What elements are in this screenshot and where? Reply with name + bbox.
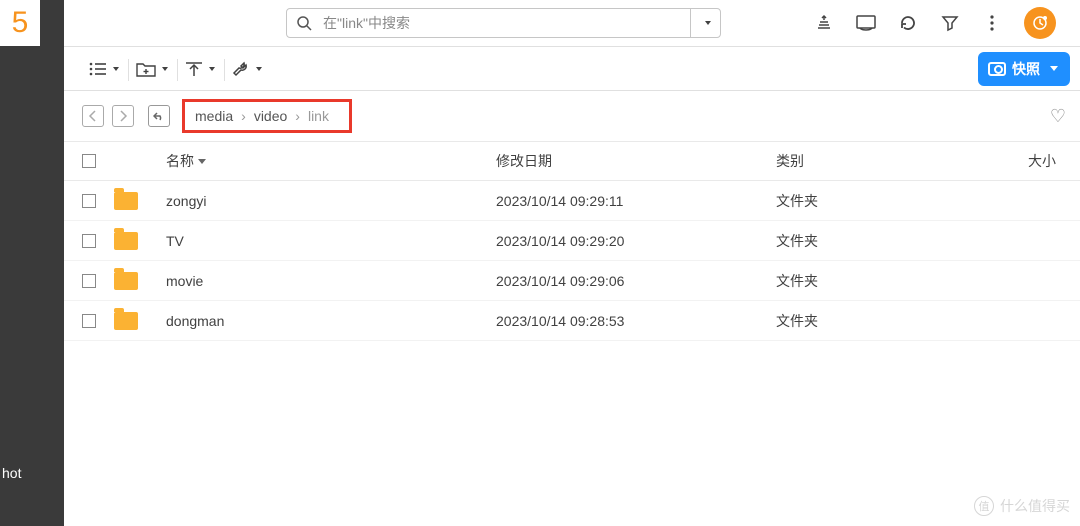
camera-icon — [988, 62, 1006, 76]
chevron-right-icon: › — [295, 108, 300, 124]
left-sidebar: 5 hot — [0, 0, 64, 526]
search-dropdown[interactable] — [690, 9, 720, 37]
logo-digit: 5 — [0, 0, 40, 46]
main-pane: 快照 media › video › link ♡ 名称 修改日期 — [64, 0, 1080, 526]
nav-back-button[interactable] — [82, 105, 104, 127]
col-type[interactable]: 类别 — [776, 151, 986, 171]
row-checkbox[interactable] — [82, 274, 96, 288]
search-box[interactable] — [286, 8, 721, 38]
row-checkbox[interactable] — [82, 234, 96, 248]
nav-undo-button[interactable] — [148, 105, 170, 127]
table-row[interactable]: TV2023/10/14 09:29:20文件夹 — [64, 221, 1080, 261]
folder-icon — [114, 232, 138, 250]
cell-date: 2023/10/14 09:28:53 — [496, 313, 776, 329]
snapshot-button[interactable]: 快照 — [978, 52, 1070, 86]
sort-desc-icon — [198, 159, 206, 164]
upload-icon[interactable] — [814, 13, 834, 33]
cell-date: 2023/10/14 09:29:06 — [496, 273, 776, 289]
table-header: 名称 修改日期 类别 大小 — [64, 141, 1080, 181]
col-size[interactable]: 大小 — [986, 151, 1080, 171]
cell-name: movie — [166, 273, 496, 289]
titlebar — [64, 0, 1080, 46]
cell-name: dongman — [166, 313, 496, 329]
cell-type: 文件夹 — [776, 191, 986, 211]
cast-icon[interactable] — [856, 13, 876, 33]
folder-icon — [114, 272, 138, 290]
new-folder-button[interactable] — [129, 53, 174, 85]
col-name[interactable]: 名称 — [166, 151, 496, 171]
cell-date: 2023/10/14 09:29:11 — [496, 193, 776, 209]
row-checkbox[interactable] — [82, 314, 96, 328]
cell-type: 文件夹 — [776, 271, 986, 291]
favorite-icon[interactable]: ♡ — [1050, 106, 1070, 127]
cell-name: TV — [166, 233, 496, 249]
breadcrumb-item-current: link — [308, 108, 329, 124]
breadcrumb-item[interactable]: media — [195, 108, 233, 124]
table-row[interactable]: zongyi2023/10/14 09:29:11文件夹 — [64, 181, 1080, 221]
refresh-icon[interactable] — [898, 13, 918, 33]
tools-button[interactable] — [225, 53, 268, 85]
more-icon[interactable] — [982, 13, 1002, 33]
watermark: 值 什么值得买 — [974, 496, 1070, 516]
snapshot-label: 快照 — [1012, 59, 1040, 79]
table-row[interactable]: movie2023/10/14 09:29:06文件夹 — [64, 261, 1080, 301]
select-all-checkbox[interactable] — [82, 154, 96, 168]
file-list: zongyi2023/10/14 09:29:11文件夹TV2023/10/14… — [64, 181, 1080, 341]
col-date[interactable]: 修改日期 — [496, 151, 776, 171]
breadcrumb-row: media › video › link ♡ — [64, 91, 1080, 141]
cell-name: zongyi — [166, 193, 496, 209]
nav-forward-button[interactable] — [112, 105, 134, 127]
search-icon — [287, 15, 321, 31]
title-actions — [814, 7, 1070, 39]
watermark-icon: 值 — [974, 496, 994, 516]
search-input[interactable] — [321, 14, 690, 32]
cell-date: 2023/10/14 09:29:20 — [496, 233, 776, 249]
folder-icon — [114, 192, 138, 210]
chevron-down-icon — [1050, 66, 1058, 71]
cell-type: 文件夹 — [776, 231, 986, 251]
filter-icon[interactable] — [940, 13, 960, 33]
toolbar: 快照 — [64, 46, 1080, 91]
chevron-right-icon: › — [241, 108, 246, 124]
breadcrumb: media › video › link — [182, 99, 352, 133]
sidebar-label: hot — [0, 465, 64, 481]
breadcrumb-item[interactable]: video — [254, 108, 287, 124]
table-row[interactable]: dongman2023/10/14 09:28:53文件夹 — [64, 301, 1080, 341]
folder-icon — [114, 312, 138, 330]
row-checkbox[interactable] — [82, 194, 96, 208]
notification-icon[interactable] — [1024, 7, 1056, 39]
upload-button[interactable] — [178, 53, 221, 85]
cell-type: 文件夹 — [776, 311, 986, 331]
view-list-button[interactable] — [82, 53, 125, 85]
